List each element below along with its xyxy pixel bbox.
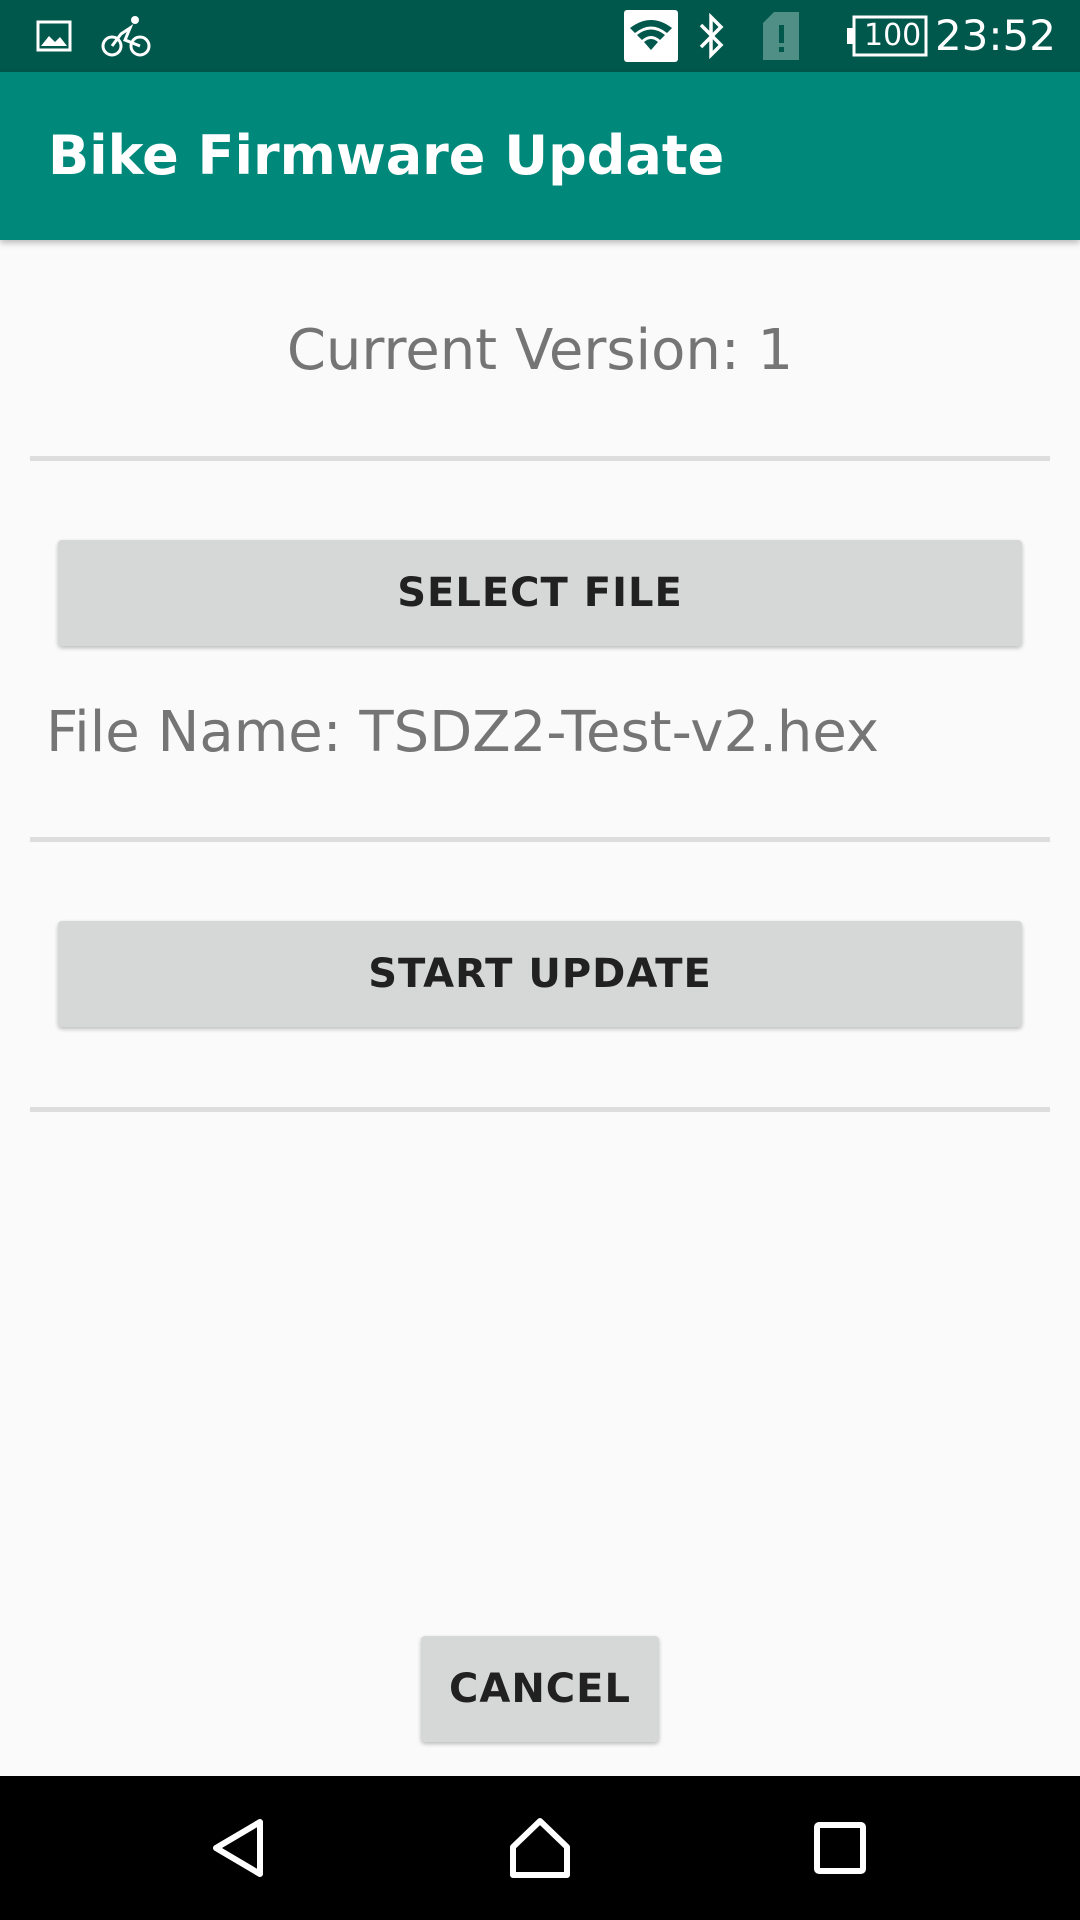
file-name-text: File Name: TSDZ2-Test-v2.hex: [46, 700, 879, 765]
navigation-bar: [0, 1776, 1080, 1920]
status-clock: 23:52: [934, 11, 1056, 60]
wifi-icon: [624, 0, 678, 72]
cancel-button[interactable]: CANCEL: [421, 1636, 659, 1742]
select-file-button[interactable]: SELECT FILE: [58, 540, 1022, 646]
battery-icon: 100: [846, 0, 928, 72]
recents-icon[interactable]: [760, 1776, 920, 1920]
bluetooth-icon: [694, 0, 728, 72]
image-icon: [34, 0, 74, 72]
battery-level-text: 100: [864, 18, 922, 53]
status-bar: 100 23:52: [0, 0, 1080, 72]
home-icon[interactable]: [460, 1776, 620, 1920]
sim-alert-icon: [760, 0, 802, 72]
divider: [30, 837, 1050, 842]
back-icon[interactable]: [160, 1776, 320, 1920]
bike-icon: [100, 0, 152, 72]
start-update-button[interactable]: START UPDATE: [58, 921, 1022, 1027]
app-title: Bike Firmware Update: [48, 124, 725, 187]
divider: [30, 1107, 1050, 1112]
app-bar: Bike Firmware Update: [0, 72, 1080, 240]
current-version-text: Current Version: 1: [286, 318, 794, 383]
divider: [30, 456, 1050, 461]
